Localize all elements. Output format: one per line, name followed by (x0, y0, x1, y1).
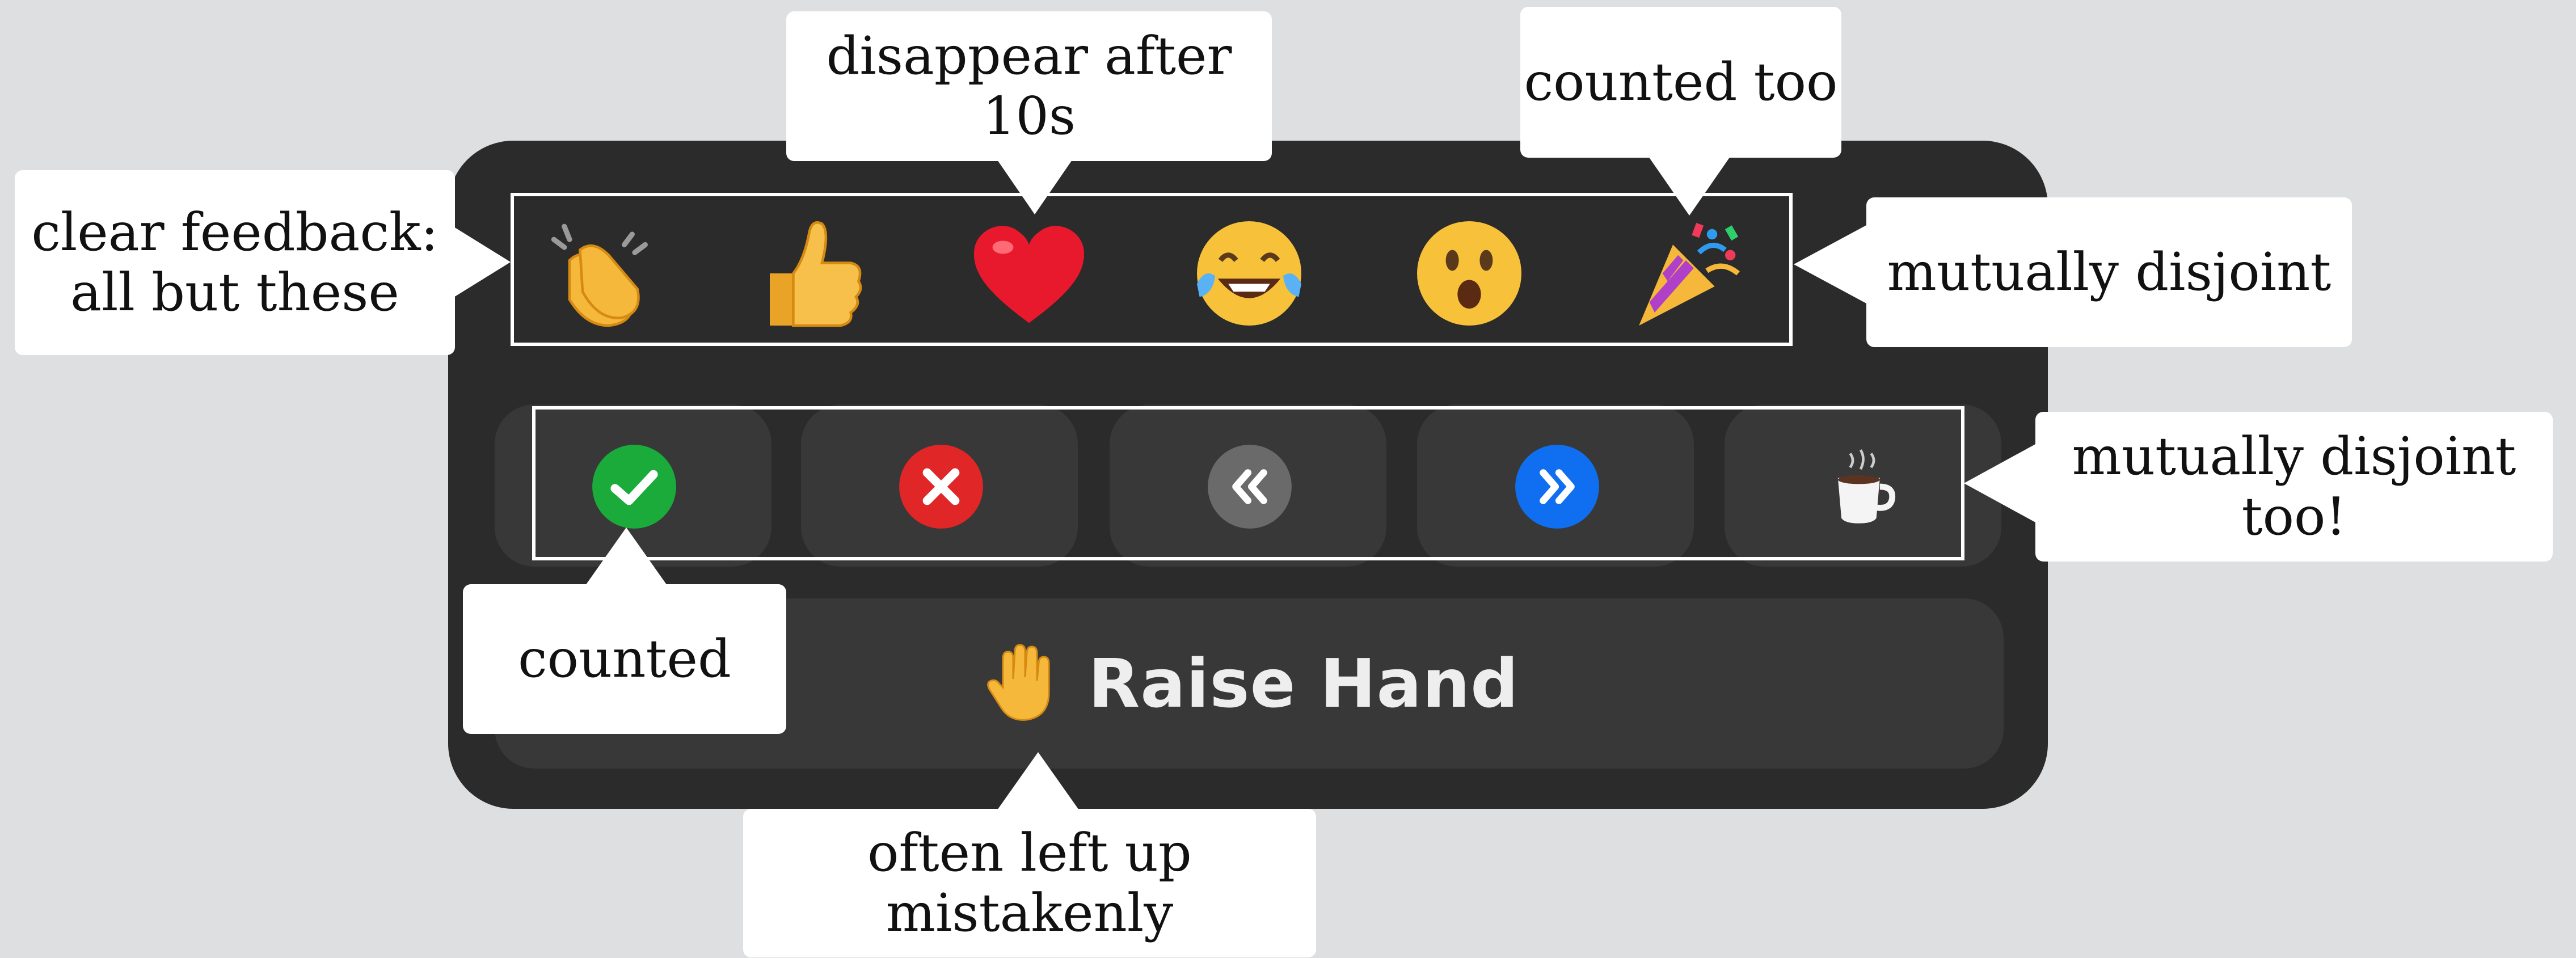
callout-counted-too: counted too (1520, 7, 1841, 158)
callout-counted-too-pointer (1649, 157, 1730, 216)
callout-clear-feedback: clear feedback: all but these (15, 170, 455, 355)
slow-down-icon[interactable] (1206, 443, 1293, 530)
callout-counted-label: counted (518, 628, 731, 690)
callout-counted: counted (463, 584, 786, 734)
raise-hand-label: Raise Hand (1088, 644, 1519, 723)
party-popper-icon[interactable] (1618, 205, 1754, 341)
callout-mutually-disjoint-too-label: mutually disjoint too! (2072, 426, 2516, 547)
reactions-outline (511, 193, 1793, 346)
callout-mutually-disjoint-label: mutually disjoint (1887, 242, 2332, 303)
callout-clear-feedback-line2: all but these (70, 262, 399, 323)
callout-mutually-disjoint-pointer (1794, 225, 1867, 304)
raised-hand-icon (979, 640, 1064, 728)
callout-clear-feedback-pointer (454, 227, 511, 297)
callout-often-left-up-pointer (997, 752, 1079, 810)
tears-of-joy-icon[interactable] (1181, 205, 1317, 341)
callout-mutually-disjoint-too: mutually disjoint too! (2035, 412, 2553, 562)
coffee-break-icon[interactable] (1819, 443, 1906, 530)
callout-disappear-pointer (997, 160, 1072, 214)
callout-counted-pointer (585, 527, 667, 585)
callout-often-left-up: often left up mistakenly (743, 809, 1316, 957)
callout-disappear-label: disappear after 10s (826, 26, 1232, 146)
callout-clear-feedback-line1: clear feedback: (31, 202, 439, 263)
thumbs-up-icon[interactable] (741, 205, 877, 341)
yes-check-icon[interactable] (591, 443, 678, 530)
no-x-icon[interactable] (897, 443, 985, 530)
clapping-hands-icon[interactable] (528, 205, 664, 341)
callout-often-left-up-label: often left up mistakenly (867, 822, 1192, 943)
surprised-face-icon[interactable] (1401, 205, 1537, 341)
red-heart-icon[interactable] (961, 205, 1097, 341)
speed-up-icon[interactable] (1513, 443, 1601, 530)
callout-disappear: disappear after 10s (786, 11, 1272, 161)
callout-mutually-disjoint-too-pointer (1964, 444, 2037, 523)
callout-counted-too-label: counted too (1524, 52, 1838, 113)
callout-mutually-disjoint: mutually disjoint (1866, 197, 2352, 347)
